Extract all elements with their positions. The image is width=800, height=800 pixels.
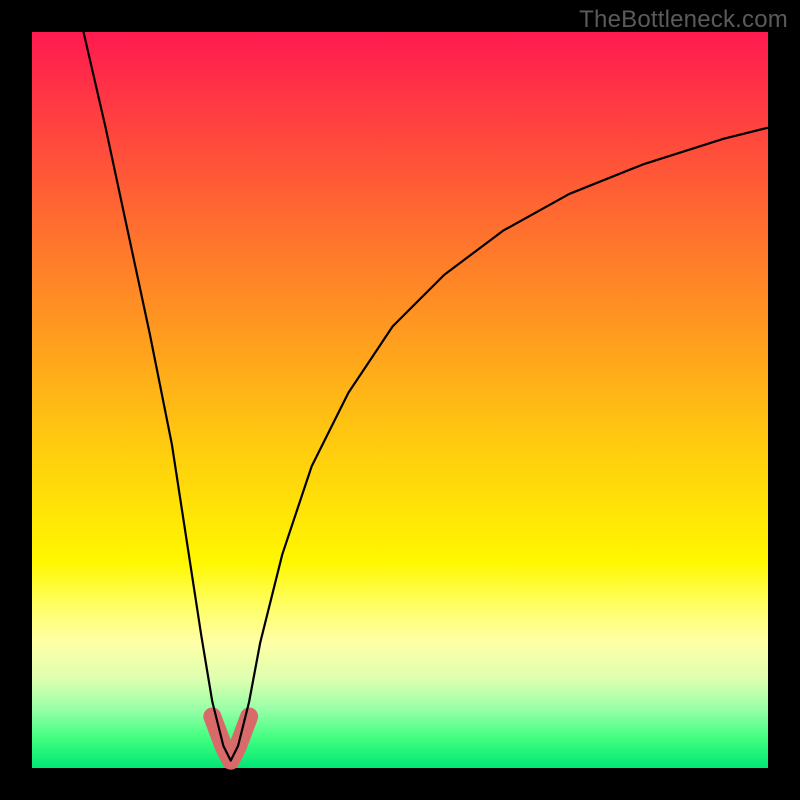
watermark-text: TheBottleneck.com bbox=[579, 6, 788, 34]
bottleneck-curve bbox=[84, 32, 768, 761]
bottleneck-plot bbox=[32, 32, 768, 768]
chart-area bbox=[32, 32, 768, 768]
